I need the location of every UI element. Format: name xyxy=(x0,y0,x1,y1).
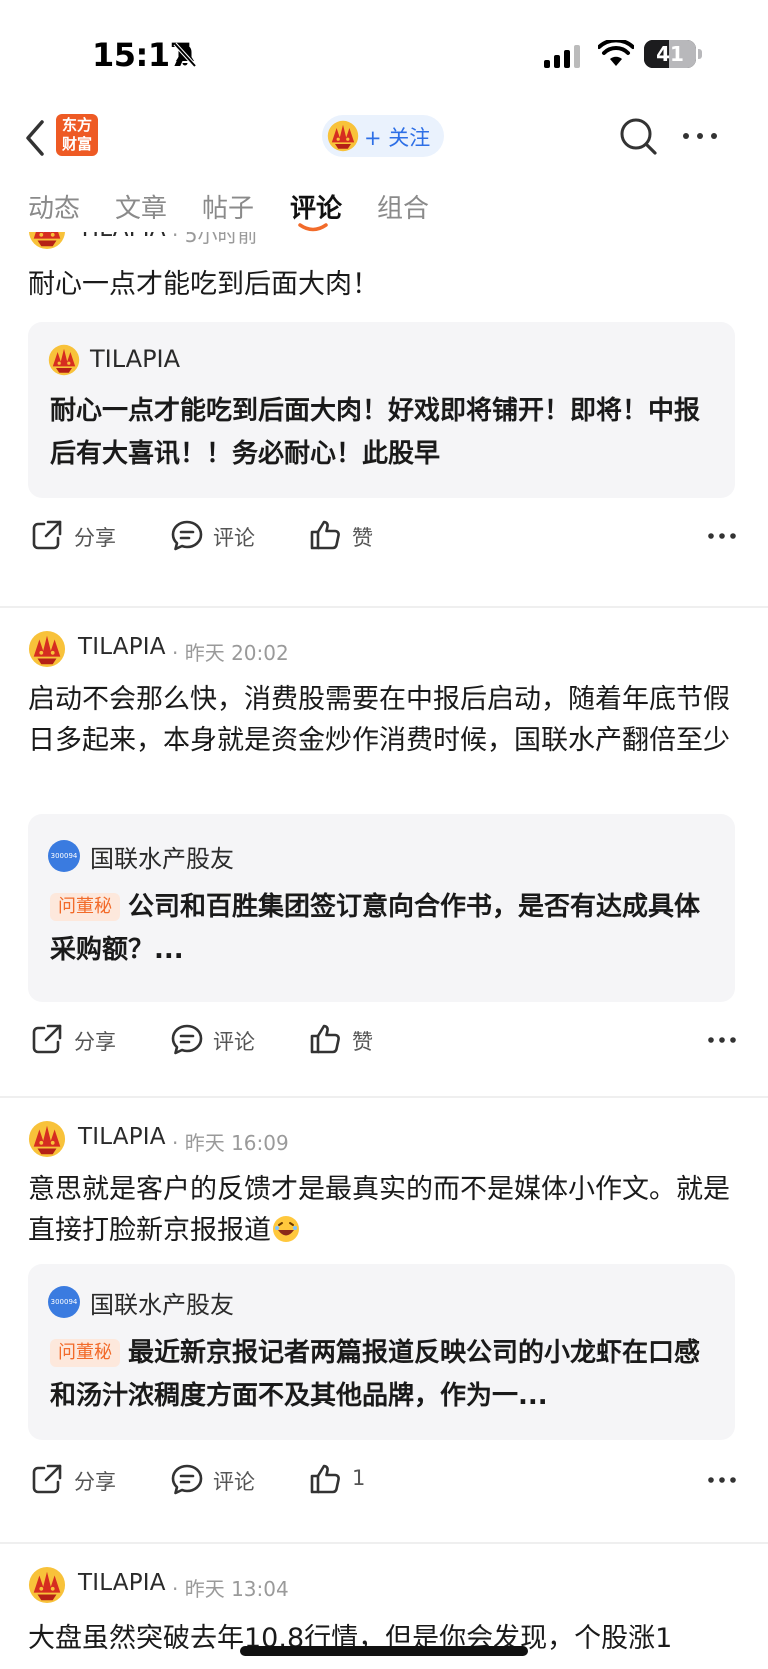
comment-label[interactable]: 评论 xyxy=(213,522,255,552)
comment-label[interactable]: 评论 xyxy=(213,1026,255,1056)
tab-posts[interactable]: 帖子 xyxy=(202,188,254,225)
quoted-question: 最近新京报记者两篇报道反映公司的小龙虾在口感和汤汁浓稠度方面不及其他品牌，作为一… xyxy=(50,1338,701,1411)
home-indicator xyxy=(240,1646,528,1656)
user-avatar xyxy=(327,120,359,152)
comment-icon[interactable] xyxy=(170,1462,204,1496)
post-time: · 昨天 16:09 xyxy=(172,1131,289,1155)
quoted-post[interactable]: 300094 国联水产股友 问董秘 公司和百胜集团签订意向合作书，是否有达成具体采… xyxy=(28,814,735,1002)
comment-icon[interactable] xyxy=(170,1022,204,1056)
eastmoney-logo: 东方 财富 xyxy=(56,114,98,156)
post-text: 意思就是客户的反馈才是最真实的而不是媒体小作文。就是直接打脸新京报报道 xyxy=(28,1169,743,1251)
like-count[interactable]: 赞 xyxy=(352,522,373,552)
list-item[interactable]: TILAPIA · 昨天 16:09 意思就是客户的反馈才是最真实的而不是媒体小… xyxy=(0,1098,768,1538)
more-icon[interactable] xyxy=(707,1476,737,1484)
username[interactable]: TILAPIA xyxy=(78,634,166,660)
like-count[interactable]: 赞 xyxy=(352,1026,373,1056)
post-text-content: 意思就是客户的反馈才是最真实的而不是媒体小作文。就是直接打脸新京报报道 xyxy=(28,1174,730,1246)
share-icon[interactable] xyxy=(30,518,64,552)
quoted-text: 问董秘 最近新京报记者两篇报道反映公司的小龙虾在口感和汤汁浓稠度方面不及其他品牌，… xyxy=(50,1332,717,1418)
tab-articles[interactable]: 文章 xyxy=(115,188,167,225)
share-label[interactable]: 分享 xyxy=(74,1466,116,1496)
tab-active-indicator xyxy=(298,223,328,232)
ask-secretary-tag: 问董秘 xyxy=(50,893,120,921)
share-label[interactable]: 分享 xyxy=(74,1026,116,1056)
user-avatar[interactable] xyxy=(28,1120,66,1158)
share-label[interactable]: 分享 xyxy=(74,522,116,552)
tab-portfolio[interactable]: 组合 xyxy=(377,188,429,225)
comment-label[interactable]: 评论 xyxy=(213,1466,255,1496)
battery-level: 41 xyxy=(656,42,684,66)
like-count[interactable]: 1 xyxy=(352,1466,365,1490)
logo-line-1: 东方 xyxy=(61,116,92,134)
more-icon[interactable] xyxy=(707,532,737,540)
user-avatar xyxy=(48,344,80,376)
username[interactable]: TILAPIA xyxy=(78,232,166,242)
post-time: · 昨天 20:02 xyxy=(172,641,289,665)
post-text: 启动不会那么快，消费股需要在中报后启动，随着年底节假日多起来，本身就是资金炒作消… xyxy=(28,684,730,756)
signal-icon xyxy=(544,45,580,68)
quoted-question: 公司和百胜集团签订意向合作书，是否有达成具体采购额？... xyxy=(50,892,701,965)
username[interactable]: TILAPIA xyxy=(78,1570,166,1596)
quoted-text: 耐心一点才能吃到后面大肉！好戏即将铺开！即将！中报后有大喜讯！！务必耐心！此股早 xyxy=(50,396,701,469)
quoted-text: 问董秘 公司和百胜集团签订意向合作书，是否有达成具体采购额？... xyxy=(50,886,717,972)
stock-badge: 300094 xyxy=(48,1286,80,1318)
ask-secretary-tag: 问董秘 xyxy=(50,1339,120,1367)
follow-button[interactable]: + 关注 xyxy=(322,115,444,157)
user-avatar[interactable] xyxy=(28,232,66,250)
laughing-emoji-icon xyxy=(273,1216,299,1242)
quoted-post[interactable]: TILAPIA 耐心一点才能吃到后面大肉！好戏即将铺开！即将！中报后有大喜讯！！… xyxy=(28,322,735,498)
user-avatar[interactable] xyxy=(28,630,66,668)
post-time: · 昨天 13:04 xyxy=(172,1577,289,1601)
comment-feed: TILAPIA · 5小时前 耐心一点才能吃到后面大肉！ TILAPIA 耐心一… xyxy=(0,232,768,1669)
tab-comments[interactable]: 评论 xyxy=(290,188,342,225)
wifi-icon xyxy=(598,40,634,66)
post-time: · 5小时前 xyxy=(172,232,258,247)
user-avatar[interactable] xyxy=(28,1566,66,1604)
quoted-username: TILAPIA xyxy=(90,345,181,373)
bell-slash-icon xyxy=(173,42,197,68)
post-text: 耐心一点才能吃到后面大肉！ xyxy=(28,269,379,300)
like-icon[interactable] xyxy=(308,1022,342,1056)
quoted-post[interactable]: 300094 国联水产股友 问董秘 最近新京报记者两篇报道反映公司的小龙虾在口感和… xyxy=(28,1264,735,1440)
stock-badge: 300094 xyxy=(48,840,80,872)
comment-icon[interactable] xyxy=(170,518,204,552)
logo-line-2: 财富 xyxy=(61,135,92,153)
tab-dynamic[interactable]: 动态 xyxy=(28,188,80,225)
search-icon[interactable] xyxy=(618,116,658,156)
username[interactable]: TILAPIA xyxy=(78,1124,166,1150)
back-icon[interactable] xyxy=(22,118,48,158)
battery-icon: 41 xyxy=(644,40,696,68)
like-icon[interactable] xyxy=(308,1462,342,1496)
more-icon[interactable] xyxy=(680,118,720,154)
like-icon[interactable] xyxy=(308,518,342,552)
quoted-username: 国联水产股友 xyxy=(90,845,234,873)
share-icon[interactable] xyxy=(30,1462,64,1496)
quoted-username: 国联水产股友 xyxy=(90,1291,234,1319)
list-item[interactable]: TILAPIA · 昨天 20:02 启动不会那么快，消费股需要在中报后启动，随… xyxy=(0,608,768,1048)
battery-cap xyxy=(698,49,702,59)
share-icon[interactable] xyxy=(30,1022,64,1056)
follow-label: + 关注 xyxy=(364,126,431,150)
list-item[interactable]: TILAPIA · 5小时前 耐心一点才能吃到后面大肉！ TILAPIA 耐心一… xyxy=(0,232,768,584)
more-icon[interactable] xyxy=(707,1036,737,1044)
